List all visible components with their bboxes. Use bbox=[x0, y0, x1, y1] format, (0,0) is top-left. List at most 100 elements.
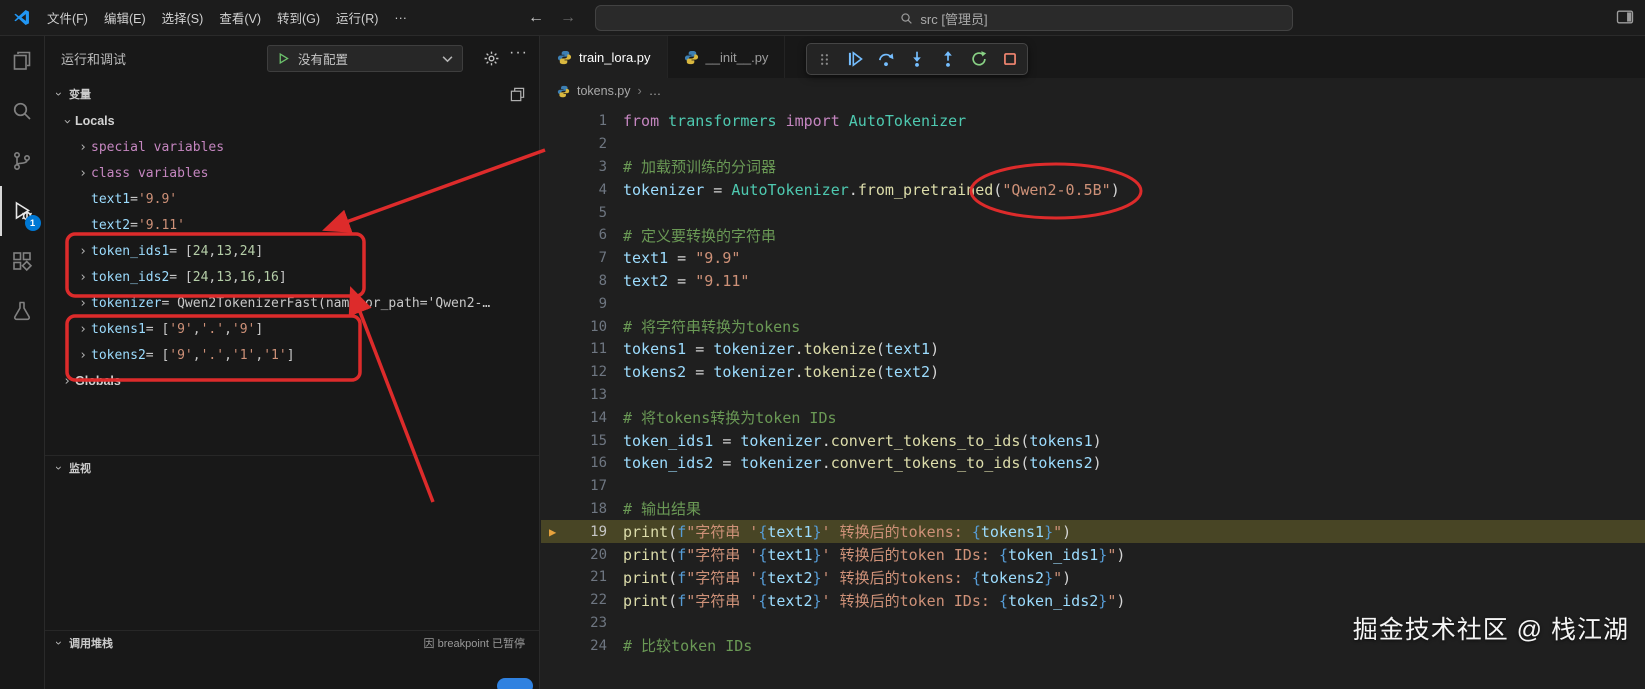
variable-special-variables[interactable]: › special variables bbox=[45, 134, 539, 160]
gutter-23[interactable]: 23 bbox=[541, 615, 611, 631]
variable-token_ids1[interactable]: › token_ids1 = [24, 13, 24] bbox=[45, 238, 539, 264]
gutter-8[interactable]: 8 bbox=[541, 273, 611, 289]
tab-__init__.py[interactable]: __init__.py bbox=[667, 36, 786, 78]
more-actions-icon[interactable]: ··· bbox=[509, 44, 528, 62]
layout-toggle-icon[interactable] bbox=[1615, 7, 1635, 27]
chevron-collapsed-icon[interactable]: › bbox=[59, 374, 75, 389]
gutter-1[interactable]: 1 bbox=[541, 113, 611, 129]
gutter-6[interactable]: 6 bbox=[541, 227, 611, 243]
gutter-2[interactable]: 2 bbox=[541, 136, 611, 152]
debug-config-dropdown[interactable]: 没有配置 bbox=[267, 45, 463, 72]
variable-Globals[interactable]: › Globals bbox=[45, 368, 539, 394]
variable-tokenizer[interactable]: › tokenizer = Qwen2TokenizerFast(name_or_… bbox=[45, 290, 539, 316]
gutter-22[interactable]: 22 bbox=[541, 592, 611, 608]
gutter-15[interactable]: 15 bbox=[541, 433, 611, 449]
variable-token_ids2[interactable]: › token_ids2 = [24, 13, 16, 16] bbox=[45, 264, 539, 290]
menu-selection[interactable]: 选择(S) bbox=[154, 4, 212, 31]
code-text-6[interactable]: # 定义要转换的字符串 bbox=[611, 225, 776, 246]
gutter-13[interactable]: 13 bbox=[541, 387, 611, 403]
gutter-21[interactable]: 21 bbox=[541, 569, 611, 585]
code-text-4[interactable]: tokenizer = AutoTokenizer.from_pretraine… bbox=[611, 181, 1120, 199]
code-text-16[interactable]: token_ids2 = tokenizer.convert_tokens_to… bbox=[611, 454, 1102, 472]
section-watch[interactable]: › 监视 bbox=[45, 455, 539, 479]
debug-step-into-button[interactable] bbox=[907, 47, 927, 71]
menu-go[interactable]: 转到(G) bbox=[269, 4, 328, 31]
menu-edit[interactable]: 编辑(E) bbox=[96, 4, 154, 31]
chevron-collapsed-icon[interactable]: › bbox=[75, 270, 91, 285]
variable-tokens1[interactable]: › tokens1 = ['9', '.', '9'] bbox=[45, 316, 539, 342]
gutter-5[interactable]: 5 bbox=[541, 205, 611, 221]
gutter-7[interactable]: 7 bbox=[541, 250, 611, 266]
gutter-18[interactable]: 18 bbox=[541, 501, 611, 517]
activity-run-and-debug[interactable]: 1 bbox=[0, 186, 45, 236]
variable-tokens2[interactable]: › tokens2 = ['9', '.', '1', '1'] bbox=[45, 342, 539, 368]
breadcrumb[interactable]: tokens.py › … bbox=[541, 78, 1645, 104]
chevron-expanded-icon[interactable]: › bbox=[60, 113, 75, 129]
gutter-12[interactable]: 12 bbox=[541, 364, 611, 380]
variable-class-variables[interactable]: › class variables bbox=[45, 160, 539, 186]
code-text-15[interactable]: token_ids1 = tokenizer.convert_tokens_to… bbox=[611, 432, 1102, 450]
code-text-20[interactable]: print(f"字符串 '{text1}' 转换后的token IDs: {to… bbox=[611, 544, 1125, 565]
code-text-3[interactable]: # 加载预训练的分词器 bbox=[611, 156, 776, 177]
code-text-19[interactable]: print(f"字符串 '{text1}' 转换后的tokens: {token… bbox=[611, 521, 1071, 542]
debug-stop-button[interactable] bbox=[1000, 47, 1020, 71]
variable-text1[interactable]: text1 = '9.9' bbox=[45, 186, 539, 212]
toolbar-gripper-icon[interactable] bbox=[814, 47, 834, 71]
tab-train_lora.py[interactable]: train_lora.py bbox=[541, 36, 668, 78]
variable-Locals[interactable]: › Locals bbox=[45, 108, 539, 134]
gutter-3[interactable]: 3 bbox=[541, 159, 611, 175]
section-variables[interactable]: › 变量 bbox=[45, 82, 539, 106]
gutter-16[interactable]: 16 bbox=[541, 455, 611, 471]
variable-text2[interactable]: text2 = '9.11' bbox=[45, 212, 539, 238]
back-arrow-icon[interactable]: ← bbox=[528, 9, 544, 27]
gutter-19[interactable]: ▶ 19 bbox=[541, 524, 611, 540]
activity-explorer[interactable] bbox=[0, 36, 45, 86]
gutter-11[interactable]: 11 bbox=[541, 341, 611, 357]
code-text-1[interactable]: from transformers import AutoTokenizer bbox=[611, 112, 966, 130]
gutter-10[interactable]: 10 bbox=[541, 319, 611, 335]
code-text-8[interactable]: text2 = "9.11" bbox=[611, 272, 749, 290]
breadcrumb-file[interactable]: tokens.py bbox=[577, 84, 631, 98]
activity-extensions[interactable] bbox=[0, 236, 45, 286]
chevron-collapsed-icon[interactable]: › bbox=[75, 348, 91, 363]
debug-restart-button[interactable] bbox=[969, 47, 989, 71]
breadcrumb-symbol[interactable]: … bbox=[649, 84, 662, 98]
activity-search[interactable] bbox=[0, 86, 45, 136]
section-callstack[interactable]: › 调用堆栈 因 breakpoint 已暂停 bbox=[45, 630, 539, 654]
gutter-9[interactable]: 9 bbox=[541, 296, 611, 312]
menu-file[interactable]: 文件(F) bbox=[39, 4, 96, 31]
gutter-14[interactable]: 14 bbox=[541, 410, 611, 426]
gutter-17[interactable]: 17 bbox=[541, 478, 611, 494]
forward-arrow-icon[interactable]: → bbox=[560, 9, 576, 27]
code-text-18[interactable]: # 输出结果 bbox=[611, 498, 701, 519]
code-text-21[interactable]: print(f"字符串 '{text2}' 转换后的tokens: {token… bbox=[611, 567, 1071, 588]
command-center-search[interactable]: src [管理员] bbox=[595, 5, 1293, 31]
chevron-collapsed-icon[interactable]: › bbox=[75, 296, 91, 311]
debug-step-over-button[interactable] bbox=[876, 47, 896, 71]
code-text-7[interactable]: text1 = "9.9" bbox=[611, 249, 740, 267]
chevron-collapsed-icon[interactable]: › bbox=[75, 140, 91, 155]
chevron-collapsed-icon[interactable]: › bbox=[75, 166, 91, 181]
menu-more[interactable]: ··· bbox=[386, 7, 415, 29]
variables-tree: › Locals › special variables › class variable… bbox=[45, 108, 539, 394]
debug-step-out-button[interactable] bbox=[938, 47, 958, 71]
chevron-collapsed-icon[interactable]: › bbox=[75, 322, 91, 337]
menu-run[interactable]: 运行(R) bbox=[328, 4, 386, 31]
code-text-24[interactable]: # 比较token IDs bbox=[611, 635, 752, 656]
gutter-20[interactable]: 20 bbox=[541, 547, 611, 563]
debug-continue-button[interactable] bbox=[845, 47, 865, 71]
split-editor-icon[interactable] bbox=[510, 87, 525, 102]
gear-icon[interactable] bbox=[483, 50, 500, 67]
code-text-10[interactable]: # 将字符串转换为tokens bbox=[611, 316, 800, 337]
code-text-12[interactable]: tokens2 = tokenizer.tokenize(text2) bbox=[611, 363, 939, 381]
chevron-collapsed-icon[interactable]: › bbox=[75, 244, 91, 259]
code-text-22[interactable]: print(f"字符串 '{text2}' 转换后的token IDs: {to… bbox=[611, 590, 1125, 611]
activity-testing[interactable] bbox=[0, 286, 45, 336]
code-text-14[interactable]: # 将tokens转换为token IDs bbox=[611, 407, 837, 428]
start-debug-icon[interactable] bbox=[277, 52, 290, 65]
gutter-24[interactable]: 24 bbox=[541, 638, 611, 654]
activity-source-control[interactable] bbox=[0, 136, 45, 186]
gutter-4[interactable]: 4 bbox=[541, 182, 611, 198]
code-text-11[interactable]: tokens1 = tokenizer.tokenize(text1) bbox=[611, 340, 939, 358]
menu-view[interactable]: 查看(V) bbox=[211, 4, 269, 31]
